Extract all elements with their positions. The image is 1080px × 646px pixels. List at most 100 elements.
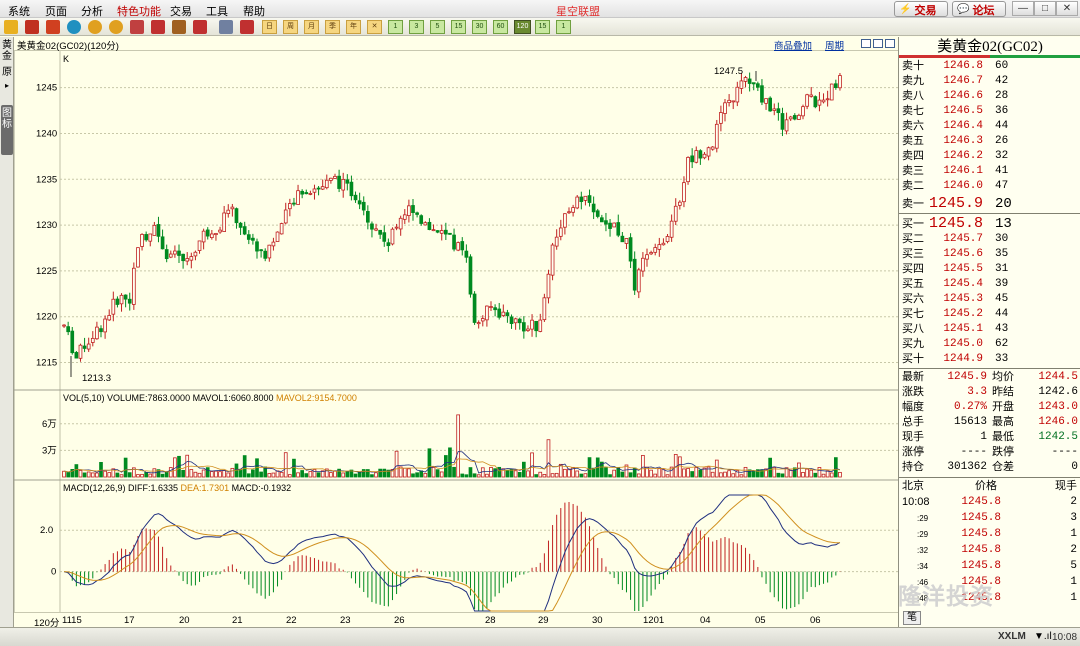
- table-icon[interactable]: [219, 20, 233, 34]
- layout-split-icon[interactable]: [873, 39, 883, 48]
- zoom-out-icon[interactable]: [109, 20, 123, 34]
- period-3m-button[interactable]: 3: [409, 20, 424, 34]
- cycle-link[interactable]: 周期: [825, 38, 844, 52]
- period-week-button[interactable]: 周: [283, 20, 298, 34]
- volume-bar: [464, 474, 469, 478]
- ask-row[interactable]: 卖三 1246.1 41: [899, 164, 1080, 179]
- tab-icons[interactable]: 图标: [1, 105, 13, 155]
- overlay-link[interactable]: 商品叠加: [774, 38, 812, 52]
- ask-row[interactable]: 卖九 1246.7 42: [899, 74, 1080, 89]
- filter-icon[interactable]: [193, 20, 207, 34]
- tab-arrow-icon[interactable]: ▸: [1, 80, 13, 91]
- chart-type-icon[interactable]: [130, 20, 144, 34]
- volume-bar: [698, 469, 703, 478]
- bid-row[interactable]: 买五 1245.4 39: [899, 277, 1080, 292]
- period-day-button[interactable]: 日: [262, 20, 277, 34]
- period-120m-button[interactable]: 120: [514, 20, 531, 34]
- period-quarter-button[interactable]: 季: [325, 20, 340, 34]
- period-15m-button[interactable]: 15: [451, 20, 466, 34]
- period-month-button[interactable]: 月: [304, 20, 319, 34]
- stat-label: 最新: [902, 371, 924, 383]
- bid-row[interactable]: 买三 1245.6 35: [899, 247, 1080, 262]
- ask-row[interactable]: 卖二 1246.0 47: [899, 179, 1080, 194]
- ask-volume: 28: [995, 90, 1009, 102]
- bid-row[interactable]: 买八 1245.1 43: [899, 322, 1080, 337]
- ask-row[interactable]: 卖十 1246.8 60: [899, 59, 1080, 74]
- volume-bar: [829, 472, 834, 478]
- period-5m-button[interactable]: 5: [430, 20, 445, 34]
- price-chart[interactable]: 1215 1220 1225 1230 1235 1240 1245 3万 6万 2.0 0 K 1…: [14, 51, 898, 612]
- period-1s-button[interactable]: 1: [556, 20, 571, 34]
- refresh-icon[interactable]: [67, 20, 81, 34]
- menu-trade[interactable]: 交易: [170, 3, 192, 19]
- draw-pen-icon[interactable]: [151, 20, 165, 34]
- bid-row[interactable]: 买六 1245.3 45: [899, 292, 1080, 307]
- stat-value: 1246.0: [1038, 416, 1078, 428]
- volume-bar: [743, 466, 748, 478]
- minimize-button[interactable]: —: [1012, 1, 1034, 16]
- period-15s-button[interactable]: 15: [535, 20, 550, 34]
- period-30m-button[interactable]: 30: [472, 20, 487, 34]
- bid-row[interactable]: 买十 1244.9 33: [899, 352, 1080, 367]
- trade-time: :29: [917, 514, 929, 523]
- candle-body: [123, 294, 128, 300]
- candle-body: [809, 94, 814, 97]
- menu-system[interactable]: 系统: [8, 3, 30, 19]
- line-chart-icon[interactable]: [240, 20, 254, 34]
- ask-volume: 44: [995, 120, 1009, 132]
- layout-full-icon[interactable]: [885, 39, 895, 48]
- close-button[interactable]: ✕: [1056, 1, 1078, 16]
- vol-indicator-label: VOL(5,10) VOLUME:7863.0000 MAVOL1:6060.8…: [63, 393, 357, 403]
- menu-tools[interactable]: 工具: [206, 3, 228, 19]
- ask-row[interactable]: 卖五 1246.3 26: [899, 134, 1080, 149]
- maximize-button[interactable]: □: [1034, 1, 1056, 16]
- trade-button[interactable]: ⚡ 交易: [894, 1, 948, 17]
- tick-detail-button[interactable]: 笔: [903, 611, 921, 625]
- menu-analysis[interactable]: 分析: [81, 3, 103, 19]
- back-arrow-icon[interactable]: [4, 20, 18, 34]
- bid-price: 1245.7: [943, 233, 983, 245]
- candle-body: [468, 256, 473, 295]
- zoom-in-icon[interactable]: [88, 20, 102, 34]
- period-x-button[interactable]: ✕: [367, 20, 382, 34]
- status-time: 10:08: [1052, 632, 1078, 643]
- bid-row[interactable]: 买九 1245.0 62: [899, 337, 1080, 352]
- bid-row[interactable]: 买七 1245.2 44: [899, 307, 1080, 322]
- forum-button[interactable]: 💬 论坛: [952, 1, 1006, 17]
- bid-row[interactable]: 买四 1245.5 31: [899, 262, 1080, 277]
- macd-tick-label: 0: [51, 567, 56, 578]
- menu-help[interactable]: 帮助: [243, 3, 265, 19]
- ask-row[interactable]: 卖六 1246.4 44: [899, 119, 1080, 134]
- ask-row[interactable]: 卖四 1246.2 32: [899, 149, 1080, 164]
- volume-bar: [415, 472, 419, 478]
- ask-row[interactable]: 卖八 1246.6 28: [899, 89, 1080, 104]
- period-1m-button[interactable]: 1: [388, 20, 403, 34]
- home-icon[interactable]: [25, 20, 39, 34]
- ask-row[interactable]: 卖一 1245.9 20: [899, 194, 1080, 214]
- brush-icon[interactable]: [172, 20, 186, 34]
- bid-row[interactable]: 买一 1245.8 13: [899, 214, 1080, 234]
- candle-body: [78, 344, 83, 359]
- x-tick-label: 23: [340, 615, 351, 626]
- tab-crude[interactable]: 原: [1, 67, 13, 78]
- volume-bar: [517, 472, 522, 478]
- period-year-button[interactable]: 年: [346, 20, 361, 34]
- volume-bar: [214, 470, 218, 478]
- candle-body: [497, 308, 502, 318]
- price-tick-label: 1225: [36, 266, 57, 277]
- candle-body: [304, 192, 309, 195]
- trade-time: :29: [917, 530, 929, 539]
- bid-row[interactable]: 买二 1245.7 30: [899, 232, 1080, 247]
- menu-page[interactable]: 页面: [45, 3, 67, 19]
- menu-special[interactable]: 特色功能: [117, 3, 161, 19]
- quote-icon[interactable]: [46, 20, 60, 34]
- volume-bar: [107, 472, 112, 478]
- candle-body: [156, 224, 161, 237]
- candle-body: [792, 115, 797, 120]
- candle-body: [624, 238, 629, 244]
- period-60m-button[interactable]: 60: [493, 20, 508, 34]
- candle-body: [784, 119, 789, 132]
- tab-gold[interactable]: 黄金: [1, 40, 13, 62]
- ask-row[interactable]: 卖七 1246.5 36: [899, 104, 1080, 119]
- layout-toggle-icon[interactable]: [861, 39, 871, 48]
